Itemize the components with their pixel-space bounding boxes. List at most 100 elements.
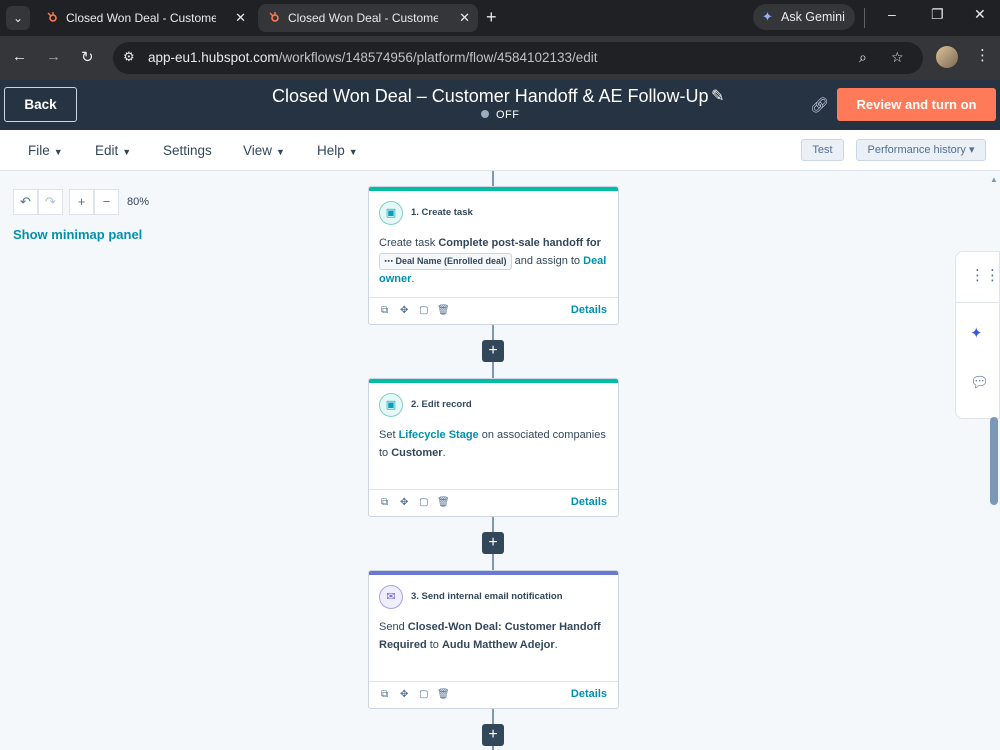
tab-title: Closed Won Deal - Customer H — [66, 11, 216, 25]
action-card-create-task[interactable]: ▣ 1. Create task Create task Complete po… — [368, 186, 619, 325]
tab-search-icon[interactable]: ⌄ — [6, 6, 30, 30]
close-window-button[interactable]: ✕ — [974, 6, 986, 23]
chevron-down-icon: ▼ — [53, 147, 63, 157]
status-dot-icon — [481, 110, 489, 118]
card-footer: ⧉ ✥ ▢ 🗑︎ Details — [369, 681, 618, 708]
flow-connector — [492, 171, 494, 186]
show-minimap-link[interactable]: Show minimap panel — [13, 227, 142, 242]
copy-icon[interactable]: ⧉ — [381, 689, 388, 700]
scroll-up-icon[interactable]: ▲ — [990, 175, 998, 184]
browser-tab-2-active[interactable]: Closed Won Deal - Customer H ✕ — [258, 4, 478, 32]
workflow-canvas[interactable]: ↶ ↷ + − 80% Show minimap panel + + + ▣ 1… — [0, 171, 1000, 750]
test-button[interactable]: Test — [801, 139, 844, 161]
tab-title: Closed Won Deal - Customer H — [288, 11, 438, 25]
details-link[interactable]: Details — [571, 496, 607, 508]
workflow-menubar: File ▼ Edit ▼ Settings View ▼ Help ▼ Test Pe… — [0, 130, 1000, 171]
browser-tabstrip: ⌄ Closed Won Deal - Customer H ✕ Closed … — [0, 0, 1000, 36]
chat-bubble-icon[interactable]: 💬︎ — [970, 373, 989, 391]
zoom-search-icon[interactable]: ⌕ — [859, 49, 867, 66]
minimize-button[interactable]: – — [888, 6, 896, 22]
details-link[interactable]: Details — [571, 304, 607, 316]
ask-gemini-button[interactable]: ✦ Ask Gemini — [753, 4, 855, 30]
browser-tab-1[interactable]: Closed Won Deal - Customer H ✕ — [36, 4, 254, 32]
add-action-button[interactable]: + — [482, 532, 504, 554]
add-action-button[interactable]: + — [482, 340, 504, 362]
workflow-header: Back Closed Won Deal – Customer Handoff … — [0, 80, 1000, 130]
details-link[interactable]: Details — [571, 688, 607, 700]
edit-title-pencil-icon[interactable]: ✎ — [711, 86, 724, 106]
browser-toolbar: ← → ↻ ⚙ app-eu1.hubspot.com/workflows/14… — [0, 36, 1000, 80]
card-title: 2. Edit record — [411, 399, 472, 410]
menu-view[interactable]: View ▼ — [243, 143, 285, 158]
undo-icon[interactable]: ↶ — [13, 189, 38, 215]
card-footer: ⧉ ✥ ▢ 🗑︎ Details — [369, 297, 618, 324]
caret-down-icon: ▾ — [968, 144, 975, 156]
chevron-down-icon: ▼ — [122, 147, 132, 157]
profile-avatar[interactable] — [936, 46, 958, 68]
back-arrow-icon[interactable]: ← — [12, 48, 27, 65]
zoom-out-button[interactable]: − — [94, 189, 119, 215]
zoom-in-button[interactable]: + — [69, 189, 94, 215]
workflow-status: OFF — [481, 109, 520, 121]
deal-name-token: ⋯ Deal Name (Enrolled deal) — [379, 253, 512, 270]
bookmark-star-icon[interactable]: ☆ — [891, 49, 904, 66]
clone-icon[interactable]: ▢ — [419, 305, 428, 316]
card-accent-bar — [369, 187, 618, 191]
delete-icon[interactable]: 🗑︎ — [437, 689, 450, 700]
menu-edit[interactable]: Edit ▼ — [95, 143, 131, 158]
menu-help[interactable]: Help ▼ — [317, 143, 358, 158]
address-bar[interactable]: ⚙ app-eu1.hubspot.com/workflows/14857495… — [113, 42, 923, 74]
card-title: 3. Send internal email notification — [411, 591, 563, 602]
back-button[interactable]: Back — [4, 87, 77, 122]
move-icon[interactable]: ✥ — [400, 305, 408, 316]
hubspot-favicon-icon — [269, 12, 279, 22]
review-and-turn-on-button[interactable]: Review and turn on — [837, 88, 996, 121]
move-icon[interactable]: ✥ — [400, 497, 408, 508]
copy-icon[interactable]: ⧉ — [381, 497, 388, 508]
divider — [956, 302, 1000, 303]
chevron-down-icon: ▼ — [348, 147, 358, 157]
delete-icon[interactable]: 🗑︎ — [437, 497, 450, 508]
email-action-icon: ✉ — [379, 585, 403, 609]
add-action-button[interactable]: + — [482, 724, 504, 746]
card-accent-bar — [369, 571, 618, 575]
gemini-label: Ask Gemini — [781, 10, 845, 24]
lifecycle-stage-link[interactable]: Lifecycle Stage — [399, 429, 479, 441]
move-icon[interactable]: ✥ — [400, 689, 408, 700]
new-tab-button[interactable]: + — [486, 6, 497, 28]
forward-arrow-icon[interactable]: → — [46, 48, 61, 65]
zoom-level: 80% — [127, 196, 150, 208]
divider — [864, 8, 865, 28]
drag-handle-icon[interactable]: ⋮⋮ — [970, 266, 1000, 284]
card-description: Send Closed-Won Deal: Customer Handoff R… — [379, 621, 601, 651]
action-card-edit-record[interactable]: ▣ 2. Edit record Set Lifecycle Stage on … — [368, 378, 619, 517]
card-description: Set Lifecycle Stage on associated compan… — [379, 429, 606, 459]
clone-icon[interactable]: ▢ — [419, 689, 428, 700]
right-side-panel: ⋮⋮ ✦ 💬︎ — [955, 251, 1000, 419]
card-title: 1. Create task — [411, 207, 473, 218]
workflow-title[interactable]: Closed Won Deal – Customer Handoff & AE … — [272, 86, 709, 107]
reload-icon[interactable]: ↻ — [81, 48, 94, 66]
delete-icon[interactable]: 🗑︎ — [437, 305, 450, 316]
copy-icon[interactable]: ⧉ — [381, 305, 388, 316]
close-tab-icon[interactable]: ✕ — [459, 4, 470, 32]
hubspot-favicon-icon — [47, 12, 57, 22]
menu-settings[interactable]: Settings — [163, 143, 212, 158]
action-card-send-email[interactable]: ✉ 3. Send internal email notification Se… — [368, 570, 619, 709]
url-text[interactable]: app-eu1.hubspot.com/workflows/148574956/… — [148, 50, 598, 65]
close-tab-icon[interactable]: ✕ — [235, 4, 246, 32]
redo-icon[interactable]: ↷ — [38, 189, 63, 215]
share-link-icon[interactable]: 🔗︎ — [810, 96, 829, 114]
card-accent-bar — [369, 379, 618, 383]
menu-file[interactable]: File ▼ — [28, 143, 63, 158]
vertical-scrollbar[interactable] — [990, 417, 998, 505]
task-action-icon: ▣ — [379, 201, 403, 225]
card-description: Create task Complete post-sale handoff f… — [379, 237, 607, 285]
clone-icon[interactable]: ▢ — [419, 497, 428, 508]
browser-menu-icon[interactable]: ⋮ — [975, 46, 990, 64]
edit-record-action-icon: ▣ — [379, 393, 403, 417]
performance-history-button[interactable]: Performance history ▾ — [856, 139, 986, 161]
restore-button[interactable]: ❐ — [931, 6, 944, 23]
site-info-icon[interactable]: ⚙ — [123, 49, 135, 65]
ai-sparkle-icon[interactable]: ✦ — [970, 324, 983, 342]
